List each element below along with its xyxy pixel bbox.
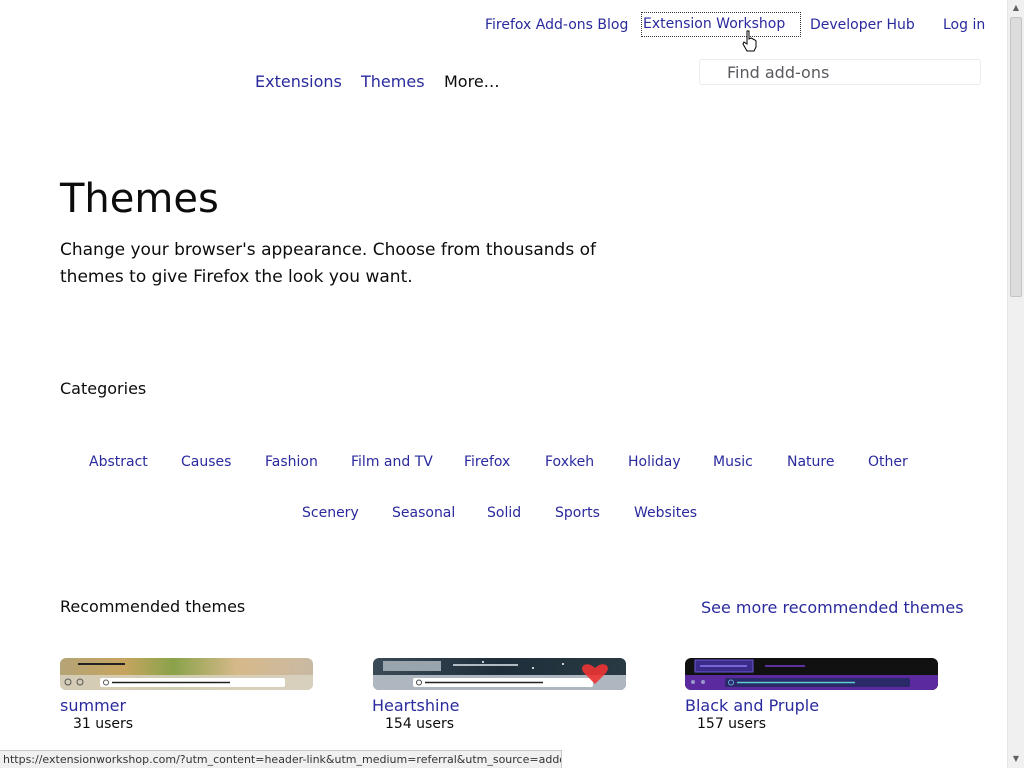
theme-name-black-and-pruple[interactable]: Black and Pruple	[685, 696, 819, 715]
category-solid[interactable]: Solid	[487, 505, 521, 521]
category-scenery[interactable]: Scenery	[302, 505, 359, 521]
theme-users-heartshine: 154 users	[385, 716, 455, 732]
extension-workshop-link[interactable]: Extension Workshop	[640, 12, 802, 37]
developer-hub-link[interactable]: Developer Hub	[810, 17, 915, 33]
category-websites[interactable]: Websites	[634, 505, 697, 521]
login-link[interactable]: Log in	[943, 17, 985, 33]
category-nature[interactable]: Nature	[787, 454, 834, 470]
theme-users-summer: 31 users	[73, 716, 134, 732]
theme-preview-summer[interactable]	[60, 658, 313, 690]
recommended-heading: Recommended themes	[60, 597, 246, 616]
scroll-down-arrow-icon[interactable]: ▼	[1008, 751, 1024, 767]
category-causes[interactable]: Causes	[181, 454, 231, 470]
see-more-recommended-link[interactable]: See more recommended themes	[701, 598, 964, 617]
category-firefox[interactable]: Firefox	[464, 454, 510, 470]
theme-users-black-and-pruple: 157 users	[697, 716, 767, 732]
page-description: Change your browser's appearance. Choose…	[60, 240, 596, 287]
category-film-and-tv[interactable]: Film and TV	[351, 454, 433, 470]
scroll-up-arrow-icon[interactable]: ▲	[1008, 0, 1024, 16]
theme-name-heartshine[interactable]: Heartshine	[372, 696, 459, 715]
category-fashion[interactable]: Fashion	[265, 454, 318, 470]
category-holiday[interactable]: Holiday	[628, 454, 681, 470]
theme-preview-heartshine[interactable]	[373, 658, 626, 690]
scrollbar-thumb[interactable]	[1010, 17, 1022, 297]
category-foxkeh[interactable]: Foxkeh	[545, 454, 594, 470]
theme-name-summer[interactable]: summer	[60, 696, 126, 715]
search-box	[699, 59, 981, 85]
category-abstract[interactable]: Abstract	[89, 454, 148, 470]
nav-more[interactable]: More…	[444, 72, 500, 91]
search-input[interactable]	[727, 63, 972, 82]
vertical-scrollbar[interactable]: ▲ ▼	[1007, 0, 1024, 768]
category-sports[interactable]: Sports	[555, 505, 600, 521]
addons-blog-link[interactable]: Firefox Add-ons Blog	[485, 17, 628, 33]
categories-heading: Categories	[60, 379, 147, 398]
theme-preview-black-and-pruple[interactable]	[685, 658, 938, 690]
nav-themes[interactable]: Themes	[361, 72, 425, 91]
category-other[interactable]: Other	[868, 454, 908, 470]
page-title: Themes	[60, 176, 219, 222]
category-music[interactable]: Music	[713, 454, 753, 470]
nav-extensions[interactable]: Extensions	[255, 72, 342, 91]
status-bar-url: https://extensionworkshop.com/?utm_conte…	[0, 750, 562, 768]
hand-cursor-icon	[742, 30, 758, 57]
category-seasonal[interactable]: Seasonal	[392, 505, 455, 521]
